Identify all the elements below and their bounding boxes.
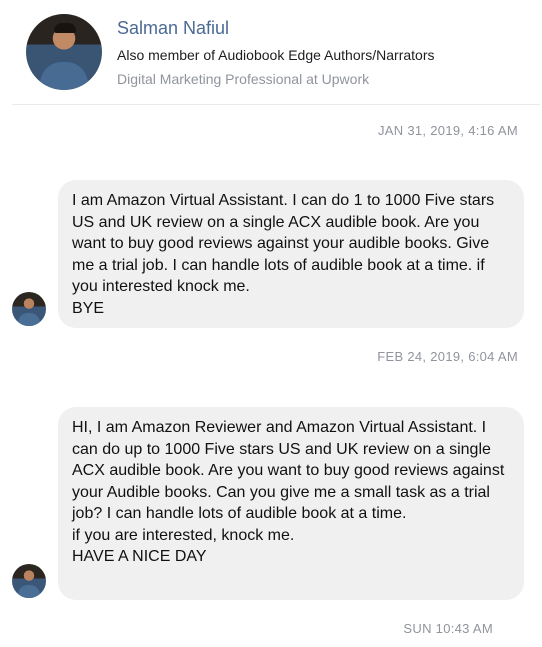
message-bubble: I am Amazon Virtual Assistant. I can do … — [58, 180, 524, 328]
profile-membership: Also member of Audiobook Edge Authors/Na… — [117, 47, 435, 63]
footer-timestamp: SUN 10:43 AM — [403, 621, 493, 636]
conversation-header: Salman Nafiul Also member of Audiobook E… — [0, 0, 542, 104]
profile-avatar[interactable] — [26, 14, 102, 90]
message-timestamp: JAN 31, 2019, 4:16 AM — [378, 123, 518, 138]
profile-name[interactable]: Salman Nafiul — [117, 18, 229, 39]
avatar-hair — [54, 23, 76, 33]
sender-avatar[interactable] — [12, 292, 46, 326]
avatar-shirt — [18, 313, 40, 326]
message-timestamp: FEB 24, 2019, 6:04 AM — [377, 349, 518, 364]
message-bubble: HI, I am Amazon Reviewer and Amazon Virt… — [58, 407, 524, 600]
avatar-shirt — [18, 585, 40, 598]
avatar-shirt — [40, 62, 88, 90]
profile-job: Digital Marketing Professional at Upwork — [117, 71, 370, 87]
message-text: I am Amazon Virtual Assistant. I can do … — [72, 192, 495, 317]
header-divider — [12, 104, 540, 105]
message-text: HI, I am Amazon Reviewer and Amazon Virt… — [72, 419, 505, 565]
sender-avatar[interactable] — [12, 564, 46, 598]
